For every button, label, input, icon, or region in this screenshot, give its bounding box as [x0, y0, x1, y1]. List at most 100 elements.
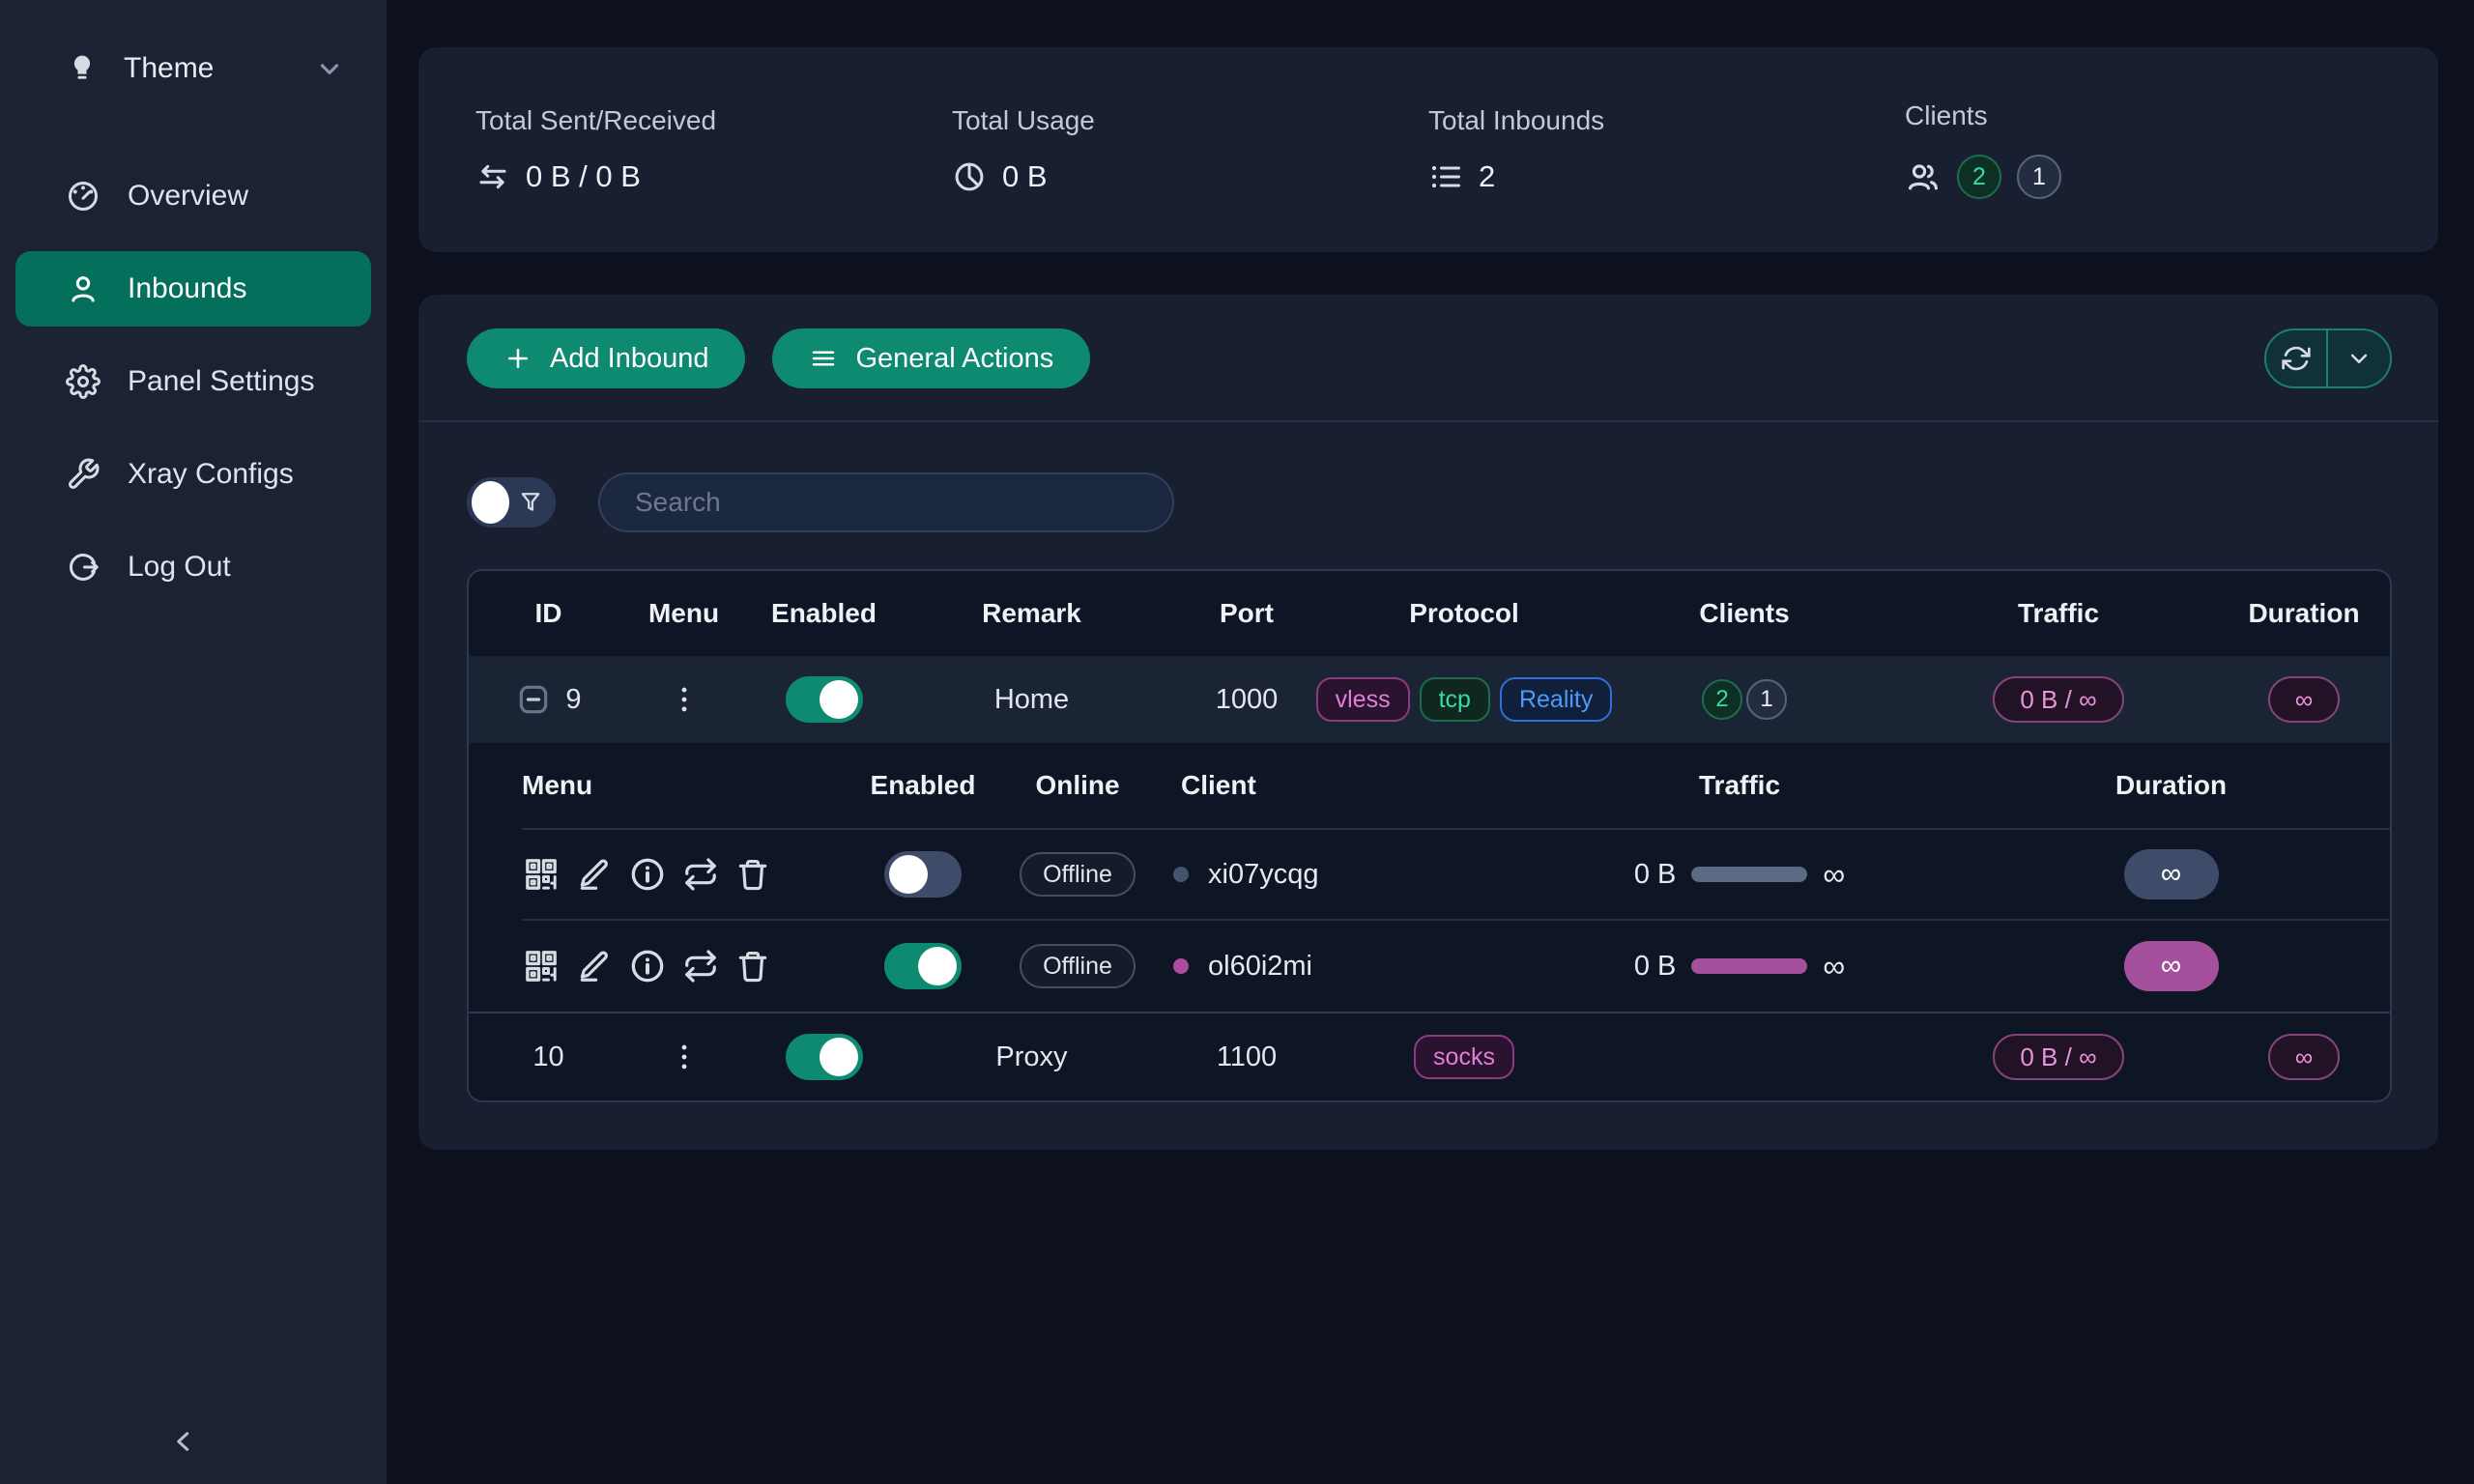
general-actions-button[interactable]: General Actions — [772, 328, 1090, 388]
stat-label: Total Usage — [952, 105, 1428, 136]
sidebar-item-label: Xray Configs — [128, 458, 294, 491]
stat-value: 2 — [1479, 159, 1495, 194]
list-icon — [1428, 159, 1463, 194]
inbound-enabled-toggle[interactable] — [786, 676, 863, 723]
row-menu-button[interactable] — [668, 683, 701, 716]
sidebar-item-panel-settings[interactable]: Panel Settings — [15, 344, 371, 419]
client-traffic-used: 0 B — [1634, 859, 1677, 891]
bulb-icon — [66, 52, 99, 85]
divider — [418, 420, 2438, 422]
sidebar-item-log-out[interactable]: Log Out — [15, 529, 371, 605]
qr-code-icon[interactable] — [522, 855, 561, 894]
client-online-badge: Offline — [1020, 852, 1136, 897]
refresh-dropdown-button[interactable] — [2328, 330, 2390, 386]
toggle-knob — [472, 481, 509, 524]
inbound-enabled-toggle[interactable] — [786, 1034, 863, 1080]
stats-card: Total Sent/Received 0 B / 0 B Total Usag… — [418, 47, 2438, 252]
inbound-protocols: socks — [1338, 1035, 1590, 1079]
table-row-inbound-9[interactable]: 9 Home 1000 vless tcp Real — [469, 656, 2390, 743]
refresh-button[interactable] — [2266, 330, 2328, 386]
subcol-header-online: Online — [995, 770, 1160, 801]
client-name: ol60i2mi — [1208, 951, 1312, 983]
refresh-icon — [2281, 343, 2312, 374]
inbound-traffic-pill: 0 B / ∞ — [1993, 676, 2123, 723]
subcol-header-client: Client — [1160, 770, 1527, 801]
protocol-tag: socks — [1414, 1035, 1514, 1079]
edit-icon[interactable] — [576, 856, 613, 893]
client-traffic-bar — [1691, 867, 1807, 882]
refresh-button-group — [2264, 328, 2392, 388]
client-enabled-toggle[interactable] — [884, 943, 962, 989]
client-status-dot — [1173, 867, 1189, 882]
subcol-header-duration: Duration — [1952, 770, 2390, 801]
trash-icon[interactable] — [734, 856, 771, 893]
add-inbound-button[interactable]: Add Inbound — [467, 328, 745, 388]
col-header-menu: Menu — [628, 598, 739, 629]
theme-selector[interactable]: Theme — [15, 39, 371, 99]
col-header-duration: Duration — [2218, 598, 2390, 629]
sidebar-item-overview[interactable]: Overview — [15, 158, 371, 234]
collapse-row-button[interactable] — [515, 681, 552, 718]
stat-total-sent-received: Total Sent/Received 0 B / 0 B — [475, 105, 952, 194]
protocol-tag: tcp — [1420, 677, 1490, 722]
col-header-enabled: Enabled — [739, 598, 908, 629]
client-enabled-toggle[interactable] — [884, 851, 962, 898]
sidebar-item-label: Overview — [128, 180, 248, 213]
gauge-icon — [66, 179, 101, 214]
client-row-xi07ycqg: Offline xi07ycqg 0 B ∞ ∞ — [522, 830, 2390, 921]
client-traffic-limit: ∞ — [1823, 949, 1845, 985]
client-duration-pill: ∞ — [2124, 941, 2219, 991]
people-icon — [1905, 158, 1942, 195]
table-header: ID Menu Enabled Remark Port Protocol Cli… — [469, 571, 2390, 656]
chevron-left-icon — [166, 1424, 201, 1459]
inbound-duration-pill: ∞ — [2268, 676, 2341, 723]
trash-icon[interactable] — [734, 948, 771, 985]
clients-total-badge: 1 — [2017, 155, 2061, 199]
client-duration-pill: ∞ — [2124, 849, 2219, 899]
wrench-icon — [66, 457, 101, 492]
inbound-id: 9 — [565, 684, 581, 716]
col-header-traffic: Traffic — [1899, 598, 2218, 629]
client-traffic-limit: ∞ — [1823, 857, 1845, 893]
theme-label: Theme — [124, 52, 214, 85]
table-row-inbound-10[interactable]: 10 Proxy 1100 socks — [469, 1012, 2390, 1100]
hamburger-icon — [809, 344, 838, 373]
person-icon — [66, 271, 101, 306]
stat-clients: Clients 2 1 — [1905, 100, 2381, 199]
qr-code-icon[interactable] — [522, 947, 561, 985]
plus-icon — [503, 344, 532, 373]
inbound-remark: Home — [908, 684, 1155, 716]
search-input[interactable] — [598, 472, 1174, 532]
stat-value: 0 B — [1002, 159, 1048, 194]
inbound-remark: Proxy — [908, 1042, 1155, 1073]
funnel-icon — [517, 489, 544, 516]
client-traffic-used: 0 B — [1634, 951, 1677, 983]
info-icon[interactable] — [628, 855, 667, 894]
sidebar-collapse-button[interactable] — [166, 1424, 201, 1459]
edit-icon[interactable] — [576, 948, 613, 985]
clients-total-badge: 1 — [1746, 679, 1787, 720]
sidebar-item-label: Inbounds — [128, 272, 246, 305]
subcol-header-traffic: Traffic — [1527, 770, 1952, 801]
info-icon[interactable] — [628, 947, 667, 985]
stat-label: Clients — [1905, 100, 2381, 131]
gear-icon — [66, 364, 101, 399]
row-menu-button[interactable] — [668, 1041, 701, 1073]
stat-total-inbounds: Total Inbounds 2 — [1428, 105, 1905, 194]
col-header-protocol: Protocol — [1338, 598, 1590, 629]
inbound-duration-pill: ∞ — [2268, 1034, 2341, 1080]
reset-traffic-icon[interactable] — [682, 948, 719, 985]
reset-traffic-icon[interactable] — [682, 856, 719, 893]
sidebar-item-inbounds[interactable]: Inbounds — [15, 251, 371, 327]
stat-label: Total Inbounds — [1428, 105, 1905, 136]
client-online-badge: Offline — [1020, 944, 1136, 988]
client-status-dot — [1173, 958, 1189, 974]
sidebar-item-xray-configs[interactable]: Xray Configs — [15, 437, 371, 512]
clients-online-badge: 2 — [1957, 155, 2001, 199]
stat-label: Total Sent/Received — [475, 105, 952, 136]
inbound-protocols: vless tcp Reality — [1338, 677, 1590, 722]
inbounds-table: ID Menu Enabled Remark Port Protocol Cli… — [467, 569, 2392, 1102]
filter-toggle[interactable] — [467, 477, 556, 528]
client-traffic-bar — [1691, 958, 1807, 974]
search-row — [467, 472, 2392, 532]
